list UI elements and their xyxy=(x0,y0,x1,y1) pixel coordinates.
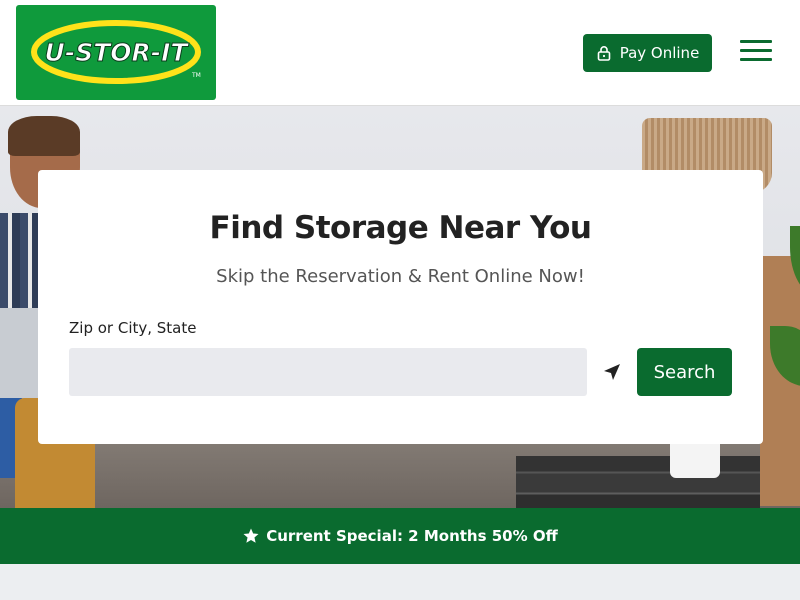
hamburger-menu-icon[interactable] xyxy=(740,40,772,66)
logo-graphic: U-STOR-IT TM xyxy=(31,20,201,84)
lock-icon xyxy=(597,46,611,61)
logo-text: U-STOR-IT xyxy=(45,38,190,67)
location-search-input[interactable] xyxy=(69,348,587,396)
site-header: U-STOR-IT TM Pay Online xyxy=(0,0,800,106)
page-title: Find Storage Near You xyxy=(209,210,592,246)
search-button[interactable]: Search xyxy=(637,348,732,396)
pay-online-label: Pay Online xyxy=(619,44,700,62)
menu-line xyxy=(740,40,772,43)
page-subtitle: Skip the Reservation & Rent Online Now! xyxy=(216,266,585,287)
current-special-banner[interactable]: Current Special: 2 Months 50% Off xyxy=(0,508,800,564)
location-arrow-icon[interactable] xyxy=(600,360,624,384)
plant xyxy=(770,226,800,406)
logo-trademark: TM xyxy=(191,72,201,79)
menu-line xyxy=(740,49,772,52)
menu-line xyxy=(740,58,772,61)
content-area xyxy=(0,564,800,600)
u-stor-it-logo[interactable]: U-STOR-IT TM xyxy=(16,5,216,100)
pay-online-button[interactable]: Pay Online xyxy=(583,34,712,72)
star-icon xyxy=(243,528,259,543)
special-text: Current Special: 2 Months 50% Off xyxy=(266,527,558,545)
search-card: Find Storage Near You Skip the Reservati… xyxy=(38,170,763,444)
book-stack xyxy=(516,456,760,508)
location-field-label: Zip or City, State xyxy=(69,319,197,337)
